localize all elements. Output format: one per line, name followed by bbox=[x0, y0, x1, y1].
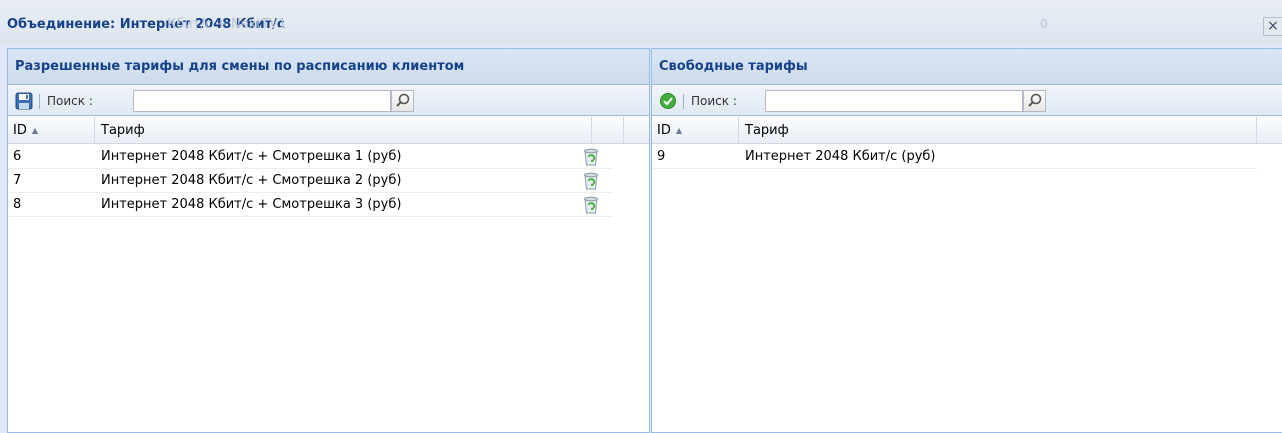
free-tariffs-toolbar: Поиск : bbox=[652, 86, 1282, 116]
sort-asc-icon: ▲ bbox=[675, 126, 683, 135]
column-header-tariff[interactable]: Тариф bbox=[740, 117, 1257, 144]
dialog-titlebar[interactable]: Объединение: Интернет 2048 Кбит/с Кбит/с… bbox=[0, 0, 1282, 44]
close-button[interactable]: × bbox=[1263, 17, 1282, 36]
column-tariff-label: Тариф bbox=[745, 123, 789, 138]
column-tariff-label: Тариф bbox=[101, 123, 145, 138]
toolbar-separator bbox=[683, 94, 684, 109]
column-header-action bbox=[593, 117, 624, 144]
recycle-bin-icon[interactable] bbox=[582, 147, 600, 167]
column-header-id[interactable]: ID ▲ bbox=[8, 117, 95, 144]
column-id-label: ID bbox=[13, 123, 27, 138]
allowed-grid-body: 6 Интернет 2048 Кбит/с + Смотрешка 1 (ру… bbox=[8, 145, 649, 432]
recycle-bin-icon[interactable] bbox=[582, 171, 600, 191]
row-tariff: Интернет 2048 Кбит/с (руб) bbox=[745, 149, 936, 164]
allowed-grid-header: ID ▲ Тариф bbox=[8, 117, 649, 144]
save-icon[interactable] bbox=[15, 92, 33, 110]
dialog-title-ghost: Кбит/с + NextTV1 bbox=[167, 17, 287, 32]
accept-icon[interactable] bbox=[659, 92, 677, 110]
row-id: 8 bbox=[13, 197, 22, 212]
search-label: Поиск : bbox=[691, 94, 737, 108]
allowed-tariffs-panel: Разрешенные тарифы для смены по расписан… bbox=[7, 48, 650, 433]
free-tariffs-panel: Свободные тарифы Поиск : ID ▲ Тариф 9 Ин… bbox=[651, 48, 1282, 433]
row-tariff: Интернет 2048 Кбит/с + Смотрешка 2 (руб) bbox=[101, 173, 402, 188]
column-id-label: ID bbox=[657, 123, 671, 138]
free-search-button[interactable] bbox=[1023, 90, 1046, 112]
allowed-search-button[interactable] bbox=[391, 90, 414, 112]
row-id: 6 bbox=[13, 149, 22, 164]
search-label: Поиск : bbox=[47, 94, 93, 108]
merge-dialog: Объединение: Интернет 2048 Кбит/с Кбит/с… bbox=[0, 0, 1282, 433]
column-header-id[interactable]: ID ▲ bbox=[652, 117, 739, 144]
dialog-title-counter: 0 bbox=[1040, 17, 1048, 31]
row-id: 9 bbox=[657, 149, 666, 164]
close-icon: × bbox=[1267, 18, 1279, 34]
table-row[interactable]: 8 Интернет 2048 Кбит/с + Смотрешка 3 (ру… bbox=[8, 193, 612, 217]
row-tariff: Интернет 2048 Кбит/с + Смотрешка 3 (руб) bbox=[101, 197, 402, 212]
row-tariff: Интернет 2048 Кбит/с + Смотрешка 1 (руб) bbox=[101, 149, 402, 164]
panel-title: Свободные тарифы bbox=[659, 59, 808, 74]
allowed-tariffs-toolbar: Поиск : bbox=[8, 86, 649, 116]
toolbar-separator bbox=[39, 94, 40, 109]
allowed-search-input[interactable] bbox=[133, 90, 391, 112]
recycle-bin-icon[interactable] bbox=[582, 195, 600, 215]
search-icon bbox=[396, 93, 410, 107]
free-search-input[interactable] bbox=[765, 90, 1023, 112]
allowed-tariffs-header: Разрешенные тарифы для смены по расписан… bbox=[8, 49, 649, 85]
panel-title: Разрешенные тарифы для смены по расписан… bbox=[15, 59, 465, 74]
sort-asc-icon: ▲ bbox=[31, 126, 39, 135]
table-row[interactable]: 6 Интернет 2048 Кбит/с + Смотрешка 1 (ру… bbox=[8, 145, 612, 169]
row-id: 7 bbox=[13, 173, 22, 188]
table-row[interactable]: 9 Интернет 2048 Кбит/с (руб) bbox=[652, 145, 1257, 169]
free-grid-header: ID ▲ Тариф bbox=[652, 117, 1282, 144]
table-row[interactable]: 7 Интернет 2048 Кбит/с + Смотрешка 2 (ру… bbox=[8, 169, 612, 193]
free-grid-body: 9 Интернет 2048 Кбит/с (руб) bbox=[652, 145, 1282, 432]
free-tariffs-header: Свободные тарифы bbox=[652, 49, 1282, 85]
column-header-tariff[interactable]: Тариф bbox=[96, 117, 592, 144]
search-icon bbox=[1028, 93, 1042, 107]
